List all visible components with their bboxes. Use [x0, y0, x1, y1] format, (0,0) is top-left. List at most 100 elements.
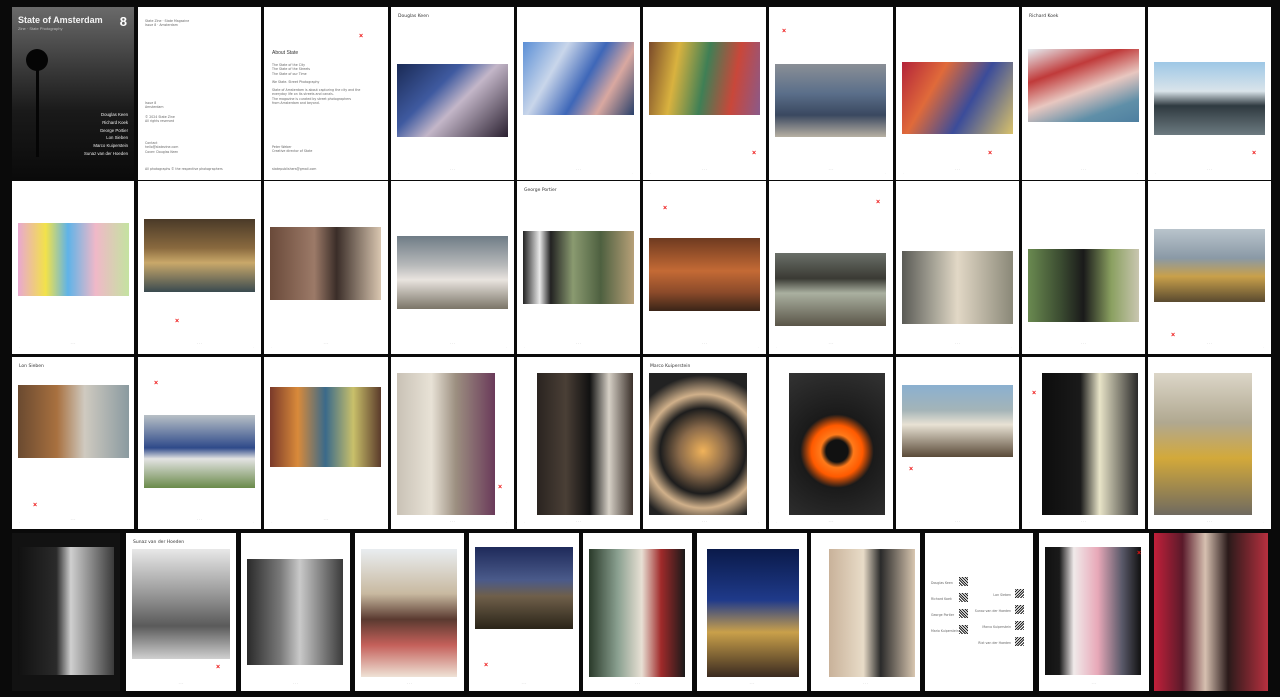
photo[interactable] — [1028, 49, 1139, 122]
photo[interactable] — [1154, 373, 1252, 515]
photo-page[interactable]: × · · · · — [138, 357, 261, 529]
photo-page[interactable] — [1154, 533, 1268, 691]
photo[interactable] — [361, 549, 457, 677]
photo[interactable] — [649, 373, 747, 515]
photo-page[interactable]: · · · · — [264, 357, 388, 529]
photo[interactable] — [270, 227, 381, 300]
photo[interactable] — [523, 231, 634, 304]
photo-page[interactable]: × · · · · — [896, 357, 1019, 529]
photo-caption: · · · — [1207, 519, 1212, 523]
contacts-page[interactable]: Douglas Keen Richard Koek George Portier Ma… — [925, 533, 1033, 691]
photo[interactable] — [132, 549, 230, 659]
photo-page[interactable]: × · · · · — [769, 7, 893, 180]
colophon-block: Issue 8 Amsterdam — [145, 101, 164, 110]
photo-page[interactable]: · · · · — [391, 181, 514, 354]
photo-page[interactable]: · · · · — [12, 181, 134, 354]
photo[interactable] — [537, 373, 633, 515]
intro-footer: statepublishers@gmail.com — [272, 167, 317, 171]
photo[interactable] — [1154, 62, 1265, 135]
cover-page[interactable]: State of Amsterdam Zine · State Photograp… — [12, 7, 134, 180]
red-x-mark: × — [358, 33, 364, 40]
photo[interactable] — [707, 549, 799, 677]
photo[interactable] — [523, 42, 634, 115]
photo-page[interactable]: · · · — [583, 533, 692, 691]
photo-page[interactable]: × · · · · — [1148, 181, 1271, 354]
photo-page[interactable]: × · · · · — [1148, 7, 1271, 180]
photo-page[interactable]: × · · · · — [769, 181, 893, 354]
photo[interactable] — [18, 385, 129, 458]
contributor-name: Douglas Keen — [101, 112, 128, 117]
photo[interactable] — [902, 62, 1013, 134]
photo[interactable] — [649, 42, 760, 115]
contact-name: Douglas Keen — [931, 581, 953, 585]
photo-caption: · · · — [702, 167, 707, 171]
photo-page[interactable]: · · · — [697, 533, 807, 691]
photo-page[interactable]: × · · · — [1039, 533, 1149, 691]
photo-page[interactable]: · · · · — [1148, 357, 1271, 529]
photo-page[interactable]: · · · · — [1022, 181, 1145, 354]
photo-page[interactable]: × · · · — [469, 533, 579, 691]
photo-page[interactable]: × · · · · — [1022, 357, 1145, 529]
contributor-list: Douglas Keen Richard Koek George Portier Lo… — [84, 111, 128, 158]
photo[interactable] — [270, 387, 381, 467]
photo-page[interactable]: · · · · — [517, 7, 640, 180]
photo-page[interactable]: × · · · · — [643, 7, 766, 180]
photo-page[interactable]: × · · · · — [138, 181, 261, 354]
photo[interactable] — [144, 415, 255, 488]
photo[interactable] — [397, 236, 508, 309]
photo-page[interactable]: George Portier · · · · — [517, 181, 640, 354]
photo-caption: · · · — [635, 681, 640, 685]
red-x-mark: × — [987, 150, 993, 157]
photo-page[interactable]: × · · · · — [896, 7, 1019, 180]
photo-page[interactable]: · · · · — [517, 357, 640, 529]
qr-code — [1015, 589, 1024, 598]
red-x-mark: × — [174, 318, 180, 325]
photo-page[interactable]: Douglas Keen · · · · — [391, 7, 514, 180]
photo-page[interactable]: · · · — [355, 533, 464, 691]
photo-page[interactable] — [12, 533, 120, 691]
photo[interactable] — [775, 253, 886, 326]
photo[interactable] — [475, 547, 573, 629]
photo-caption: · · · — [1091, 681, 1097, 685]
photo-page[interactable]: · · · — [241, 533, 350, 691]
page-number: · — [903, 172, 904, 175]
photo[interactable] — [649, 238, 760, 311]
photographer-heading: Douglas Keen — [398, 14, 429, 19]
red-x-mark: × — [1251, 150, 1257, 157]
photo-page[interactable]: · · · — [811, 533, 920, 691]
photo[interactable] — [247, 559, 343, 665]
photo-page[interactable]: × · · · · — [643, 181, 766, 354]
photo-page[interactable]: · · · · — [264, 181, 388, 354]
photo-caption: · · · — [450, 341, 455, 345]
photo-page[interactable]: · · · · — [769, 357, 893, 529]
photo-page[interactable]: · · · · — [896, 181, 1019, 354]
photo[interactable] — [1042, 373, 1138, 515]
photo-page[interactable]: Marco Kuiperstein · · · · — [643, 357, 766, 529]
photo[interactable] — [1028, 249, 1139, 322]
photo[interactable] — [1154, 533, 1268, 691]
photo-page[interactable]: Sunaz van der Hoeden × · · · — [126, 533, 236, 691]
page-number: · — [650, 172, 651, 175]
red-x-mark: × — [781, 28, 787, 35]
photo[interactable] — [397, 64, 508, 137]
photo[interactable] — [1045, 547, 1141, 675]
photo[interactable] — [1154, 229, 1265, 302]
photo-caption: · · · — [197, 517, 202, 521]
photo[interactable] — [18, 547, 114, 675]
photo[interactable] — [144, 219, 255, 292]
photo[interactable] — [902, 251, 1013, 324]
photo-page[interactable]: Richard Koek · · · · — [1022, 7, 1145, 180]
photo[interactable] — [829, 549, 915, 677]
photo-caption: · · · — [1207, 341, 1212, 345]
intro-page[interactable]: About State × The State of the City The Sta… — [264, 7, 388, 180]
photo[interactable] — [397, 373, 495, 515]
photo[interactable] — [589, 549, 685, 677]
sign-pole — [36, 67, 39, 157]
photo-page[interactable]: Lon Sieben × · · · · — [12, 357, 134, 529]
photo[interactable] — [18, 223, 129, 296]
photo[interactable] — [775, 64, 886, 137]
colophon-page[interactable]: State Zine · State Magazine Issue 8 · Ams… — [138, 7, 261, 180]
photo[interactable] — [789, 373, 885, 515]
photo[interactable] — [902, 385, 1013, 457]
photo-page[interactable]: × · · · · — [391, 357, 514, 529]
